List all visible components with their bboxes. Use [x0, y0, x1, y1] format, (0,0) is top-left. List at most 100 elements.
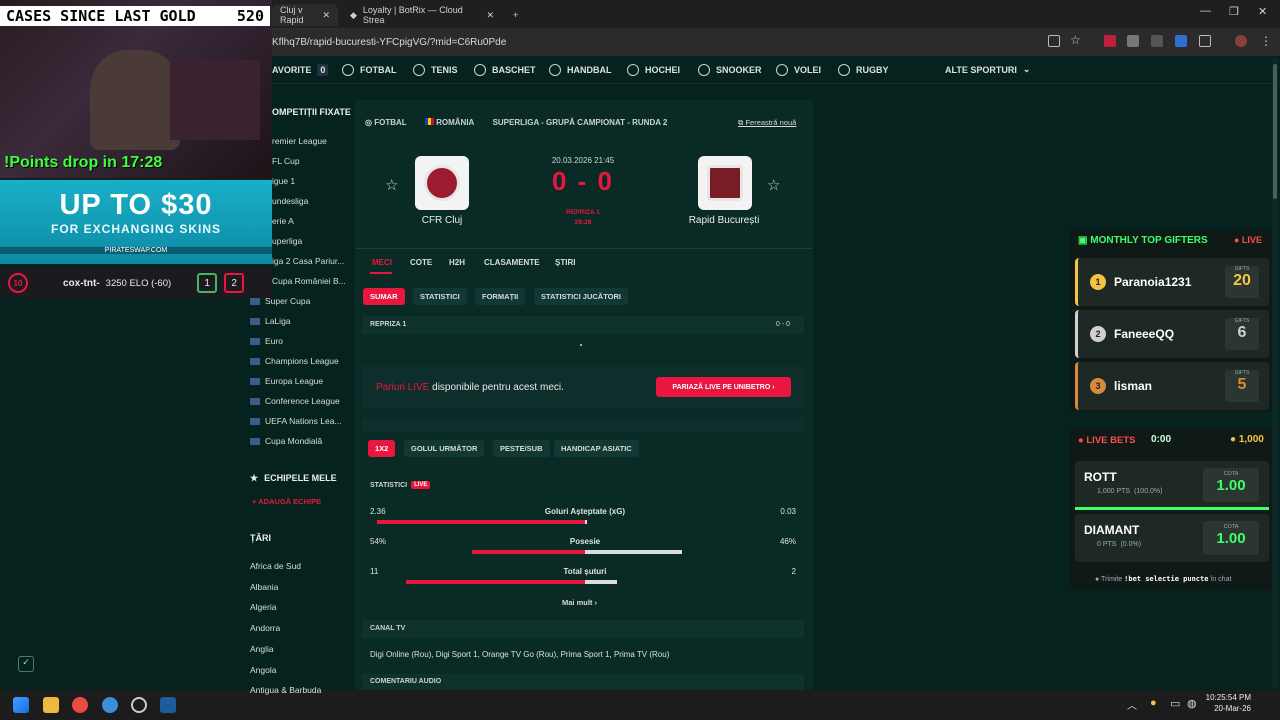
nav-snooker[interactable]: SNOOKER — [698, 64, 762, 76]
url-field[interactable]: Kflhq7B/rapid-bucuresti-YFCpigVG/?mid=C6… — [272, 37, 506, 48]
file-explorer-icon[interactable] — [43, 697, 59, 713]
new-tab-button[interactable]: + — [505, 4, 526, 26]
country-item[interactable]: Angola — [250, 665, 276, 675]
close-icon[interactable]: ✕ — [486, 10, 494, 21]
country-item[interactable]: Antigua & Barbuda — [250, 685, 321, 695]
install-icon[interactable] — [1048, 35, 1060, 47]
bookmark-star-icon[interactable]: ☆ — [1070, 33, 1081, 47]
close-window-button[interactable]: ✕ — [1258, 5, 1267, 18]
clock-time[interactable]: 10:25:54 PM — [1203, 693, 1251, 702]
bet-option-row[interactable]: ROTT 1,000 PTS (100.0%) COTA 1.00 — [1075, 461, 1269, 509]
country-item[interactable]: Albania — [250, 582, 278, 592]
tab-h2h[interactable]: H2H — [449, 258, 465, 267]
minimize-button[interactable]: — — [1200, 5, 1211, 17]
competition-item[interactable]: FL Cup — [272, 156, 300, 166]
cfr-cluj-crest[interactable] — [415, 156, 469, 210]
app-icon[interactable] — [102, 697, 118, 713]
home-team-name[interactable]: CFR Cluj — [382, 215, 502, 226]
bet-option-row[interactable]: DIAMANT 0 PTS (0.0%) COTA 1.00 — [1075, 514, 1269, 562]
competition-item[interactable]: Super Cupa — [250, 296, 310, 306]
tab-stiri[interactable]: ȘTIRI — [555, 258, 575, 267]
tab-cluj-rapid[interactable]: Cluj v Rapid ✕ — [272, 4, 338, 26]
favorite-away-star-icon[interactable]: ☆ — [767, 176, 780, 194]
extensions-puzzle-icon[interactable] — [1199, 35, 1211, 47]
bet-tab-next-goal[interactable]: GOLUL URMĂTOR — [404, 440, 485, 457]
country-item[interactable]: Andorra — [250, 623, 280, 633]
nav-fotbal[interactable]: FOTBAL — [342, 64, 397, 76]
country-item[interactable]: Algeria — [250, 602, 276, 612]
nav-baschet[interactable]: BASCHET — [474, 64, 536, 76]
tab-meci[interactable]: MECI — [372, 258, 392, 267]
competition-item[interactable]: UEFA Nations Lea... — [250, 416, 342, 426]
steam-icon[interactable] — [160, 697, 176, 713]
competition-item[interactable]: Champions League — [250, 356, 339, 366]
away-team-name[interactable]: Rapid București — [664, 215, 784, 226]
nav-handbal[interactable]: HANDBAL — [549, 64, 612, 76]
crumb-sport[interactable]: FOTBAL — [374, 118, 406, 127]
nav-tenis[interactable]: TENIS — [413, 64, 458, 76]
extension-icon[interactable] — [1175, 35, 1187, 47]
subtab-formatii[interactable]: FORMAȚII — [475, 288, 526, 305]
competition-item[interactable]: Cupa României B... — [272, 276, 346, 286]
rapid-crest[interactable] — [698, 156, 752, 210]
tab-cote[interactable]: COTE — [410, 258, 432, 267]
competition-item[interactable]: remier League — [272, 136, 327, 146]
nav-hochei[interactable]: HOCHEI — [627, 64, 680, 76]
microphone-icon[interactable]: ● — [1150, 697, 1157, 709]
nav-volei[interactable]: VOLEI — [776, 64, 821, 76]
extension-icon[interactable] — [1127, 35, 1139, 47]
nav-favorites[interactable]: AVORITE 0 — [272, 64, 329, 76]
bet-tab-asian-handicap[interactable]: HANDICAP ASIATIC — [554, 440, 639, 457]
nav-rugby[interactable]: RUGBY — [838, 64, 889, 76]
clock-date[interactable]: 20-Mar-26 — [1203, 704, 1251, 713]
country-item[interactable]: Anglia — [250, 644, 274, 654]
tab-clasamente[interactable]: CLASAMENTE — [484, 258, 540, 267]
extension-icon[interactable] — [1151, 35, 1163, 47]
bet-tab-over-under[interactable]: PESTE/SUB — [493, 440, 550, 457]
subtab-statistici[interactable]: STATISTICI — [413, 288, 467, 305]
chrome-icon[interactable] — [72, 697, 88, 713]
gift-count-box: GIFTS 5 — [1225, 370, 1259, 402]
crumb-competition[interactable]: SUPERLIGA - GRUPĂ CAMPIONAT - RUNDA 2 — [493, 118, 668, 127]
bet-tab-1x2[interactable]: 1X2 — [368, 440, 396, 457]
live-bet-desc: disponibile pentru acest meci. — [432, 382, 564, 393]
new-window-link[interactable]: ⧉ Fereastră nouă — [738, 118, 796, 128]
bet-progress-bar — [1075, 507, 1269, 510]
competition-item[interactable]: erie A — [272, 216, 294, 226]
bet-live-button[interactable]: PARIAZĂ LIVE PE UNIBETRO › — [656, 377, 791, 397]
competition-item[interactable]: Euro — [250, 336, 283, 346]
nav-label: HANDBAL — [567, 65, 612, 75]
tray-chevron-icon[interactable]: ︿ — [1127, 697, 1137, 712]
crumb-country[interactable]: ROMÂNIA — [436, 118, 474, 127]
menu-dots-icon[interactable]: ⋮ — [1260, 34, 1272, 48]
favorite-home-star-icon[interactable]: ☆ — [385, 176, 398, 194]
competition-item[interactable]: LaLiga — [250, 316, 291, 326]
more-stats-link[interactable]: Mai mult › — [562, 598, 597, 607]
profile-avatar[interactable] — [1235, 35, 1247, 47]
competition-item[interactable]: uperliga — [272, 236, 302, 246]
country-item[interactable]: Africa de Sud — [250, 561, 301, 571]
subtab-sumar[interactable]: SUMAR — [363, 288, 405, 305]
extension-icon[interactable] — [1104, 35, 1116, 47]
competition-item[interactable]: undesliga — [272, 196, 308, 206]
competition-item[interactable]: Cupa Mondială — [250, 436, 322, 446]
add-team-link[interactable]: + ADAUGĂ ECHIPE — [252, 497, 321, 506]
competition-item[interactable]: Europa League — [250, 376, 323, 386]
tab-botrix[interactable]: ◆ Loyalty | BotRix — Cloud Strea ✕ — [342, 4, 502, 26]
half-score: 0 - 0 — [776, 321, 791, 328]
start-windows-icon[interactable] — [13, 697, 29, 713]
audio-title: COMENTARIU AUDIO — [370, 678, 442, 685]
competition-item[interactable]: iga 2 Casa Pariur... — [272, 256, 344, 266]
shield-check-icon[interactable]: ✓ — [18, 656, 34, 672]
app-icon[interactable] — [131, 697, 147, 713]
subtab-statistici-jucatori[interactable]: STATISTICI JUCĂTORI — [534, 288, 629, 305]
competition-item[interactable]: igue 1 — [272, 176, 295, 186]
close-icon[interactable]: ✕ — [322, 10, 330, 21]
competition-item[interactable]: Conference League — [250, 396, 340, 406]
nav-more-sports[interactable]: ALTE SPORTURI ⌄ — [945, 64, 1030, 75]
gifter-name: Paranoia1231 — [1114, 275, 1192, 289]
scrollbar-thumb[interactable] — [1273, 64, 1277, 199]
network-icon[interactable]: ◍ — [1187, 697, 1197, 710]
maximize-button[interactable]: ❐ — [1229, 5, 1239, 18]
tray-icon[interactable]: ▭ — [1170, 697, 1180, 710]
